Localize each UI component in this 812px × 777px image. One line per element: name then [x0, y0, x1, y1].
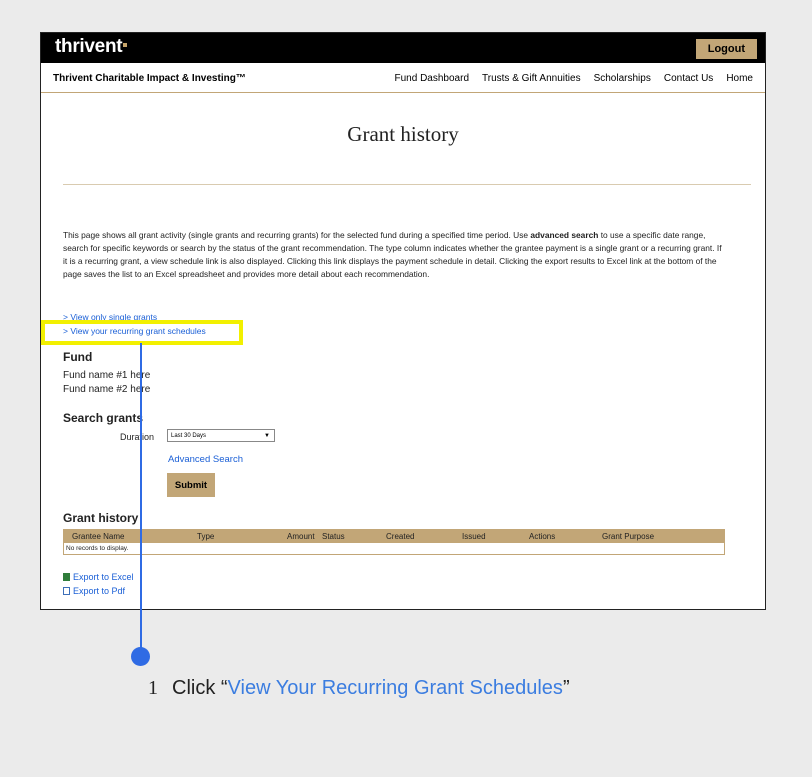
- duration-label: Duration: [120, 432, 155, 442]
- instruction-link-text: View Your Recurring Grant Schedules: [227, 677, 563, 699]
- nav-home[interactable]: Home: [726, 73, 753, 84]
- export-excel-label: Export to Excel: [73, 572, 134, 582]
- dropdown-caret-icon: ▼: [264, 433, 270, 439]
- logout-button[interactable]: Logout: [695, 39, 757, 59]
- title-divider: [63, 184, 751, 185]
- top-bar: thrivent Logout: [41, 33, 765, 63]
- nav-contact-us[interactable]: Contact Us: [664, 73, 713, 84]
- intro-text-pre: This page shows all grant activity (sing…: [63, 230, 531, 240]
- export-pdf-link[interactable]: Export to Pdf: [63, 586, 125, 596]
- advanced-search-link[interactable]: Advanced Search: [168, 454, 243, 465]
- excel-icon: [63, 573, 70, 581]
- instruction-text: 1 Click “View Your Recurring Grant Schedu…: [148, 677, 570, 700]
- instruction-pre: Click “: [172, 677, 228, 699]
- col-actions[interactable]: Actions: [529, 532, 555, 541]
- col-grantee-name[interactable]: Grantee Name: [72, 532, 124, 541]
- brand-name: Thrivent Charitable Impact & Investing™: [53, 73, 246, 84]
- fund-heading: Fund: [63, 350, 93, 364]
- pdf-icon: [63, 587, 70, 595]
- search-grants-heading: Search grants: [63, 411, 144, 425]
- col-status[interactable]: Status: [322, 532, 345, 541]
- callout-dot: [131, 647, 150, 666]
- col-type[interactable]: Type: [197, 532, 214, 541]
- table-header: Grantee Name Type Amount Status Created …: [64, 530, 724, 543]
- duration-select[interactable]: Last 30 Days ▼: [167, 429, 275, 442]
- callout-line: [140, 343, 142, 657]
- highlight-box: [41, 320, 243, 345]
- submit-button[interactable]: Submit: [167, 473, 215, 497]
- nav-scholarships[interactable]: Scholarships: [594, 73, 651, 84]
- grant-history-heading: Grant history: [63, 511, 139, 525]
- nav-fund-dashboard[interactable]: Fund Dashboard: [395, 73, 470, 84]
- grant-history-table: Grantee Name Type Amount Status Created …: [63, 529, 725, 555]
- col-amount[interactable]: Amount: [287, 532, 315, 541]
- no-records-text: No records to display.: [66, 545, 129, 552]
- fund-name-2: Fund name #2 here: [63, 384, 151, 395]
- instruction-post: ”: [562, 677, 570, 699]
- intro-text-bold: advanced search: [530, 230, 599, 240]
- col-created[interactable]: Created: [386, 532, 414, 541]
- col-issued[interactable]: Issued: [462, 532, 486, 541]
- duration-value: Last 30 Days: [171, 433, 207, 439]
- col-grant-purpose[interactable]: Grant Purpose: [602, 532, 654, 541]
- export-excel-link[interactable]: Export to Excel: [63, 572, 134, 582]
- nav-trusts-gift-annuities[interactable]: Trusts & Gift Annuities: [482, 73, 581, 84]
- intro-paragraph: This page shows all grant activity (sing…: [63, 229, 725, 281]
- nav-bar: Thrivent Charitable Impact & Investing™ …: [41, 63, 765, 93]
- logo-mark-icon: [123, 43, 128, 47]
- fund-name-1: Fund name #1 here: [63, 370, 151, 381]
- thrivent-logo[interactable]: thrivent: [55, 36, 128, 58]
- step-number: 1: [148, 677, 158, 699]
- table-row: No records to display.: [64, 543, 724, 554]
- nav-links: Fund Dashboard Trusts & Gift Annuities S…: [395, 73, 753, 84]
- export-pdf-label: Export to Pdf: [73, 586, 126, 596]
- page-title: Grant history: [347, 122, 459, 146]
